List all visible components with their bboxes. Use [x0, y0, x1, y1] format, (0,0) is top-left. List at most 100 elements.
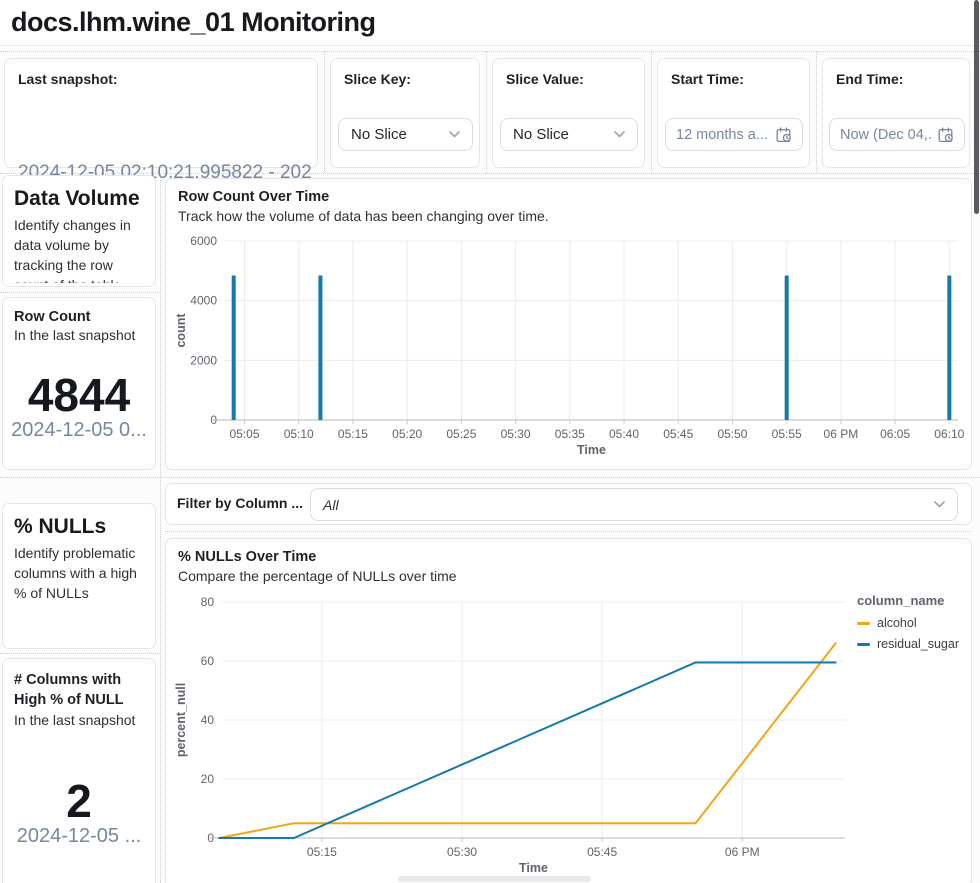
filter-select-value: All: [323, 497, 928, 513]
svg-text:2000: 2000: [190, 353, 217, 367]
row-count-subtitle: In the last snapshot: [3, 325, 155, 343]
slice-key-card: Slice Key: No Slice: [330, 58, 480, 168]
grid-gutter-line: [0, 51, 980, 52]
grid-gutter-line: [324, 51, 325, 173]
legend-name: residual_sugar: [877, 637, 959, 651]
svg-text:20: 20: [201, 772, 215, 786]
start-time-label: Start Time:: [658, 59, 809, 87]
nulls-chart-title: % NULLs Over Time: [166, 539, 971, 565]
grid-gutter-line: [816, 51, 817, 173]
end-time-label: End Time:: [823, 59, 969, 87]
chevron-down-icon: [614, 131, 625, 138]
svg-text:05:55: 05:55: [772, 427, 802, 441]
slice-value-select[interactable]: No Slice: [500, 118, 638, 151]
svg-text:05:35: 05:35: [555, 427, 585, 441]
start-time-value: 12 months a...: [676, 127, 770, 143]
grid-gutter-line: [165, 531, 972, 532]
svg-text:4000: 4000: [190, 294, 217, 308]
legend-name: alcohol: [877, 616, 917, 630]
filter-label: Filter by Column ...: [177, 495, 303, 511]
calendar-clock-icon[interactable]: [776, 127, 792, 143]
grid-gutter-line: [0, 653, 160, 654]
columns-high-null-subtitle: In the last snapshot: [3, 710, 155, 728]
svg-text:05:15: 05:15: [307, 845, 337, 859]
start-time-card: Start Time: 12 months a...: [657, 58, 810, 168]
svg-text:60: 60: [201, 654, 215, 668]
legend-swatch: [857, 643, 870, 646]
chevron-down-icon: [449, 131, 460, 138]
svg-text:40: 40: [201, 713, 215, 727]
slice-value-select-value: No Slice: [513, 126, 608, 143]
grid-gutter-line: [486, 51, 487, 173]
grid-gutter-line: [651, 51, 652, 173]
slice-value-label: Slice Value:: [493, 59, 644, 87]
svg-text:6000: 6000: [190, 234, 217, 248]
last-snapshot-card: Last snapshot: 2024-12-05 02:10:21.99582…: [4, 58, 318, 168]
grid-gutter-line: [160, 176, 161, 883]
columns-high-null-card: # Columns with High % of NULL In the las…: [2, 658, 156, 883]
row-count-value: 4844: [3, 368, 155, 422]
end-time-input[interactable]: Now (Dec 04,...: [829, 118, 965, 151]
end-time-value: Now (Dec 04,...: [840, 127, 932, 143]
row-count-over-time-chart: 020004000600005:0505:1005:1505:2005:2505…: [165, 230, 972, 462]
percent-nulls-description: Identify problematic columns with a high…: [3, 543, 155, 607]
svg-text:05:50: 05:50: [717, 427, 747, 441]
page-header: docs.lhm.wine_01 Monitoring: [0, 0, 980, 46]
svg-text:80: 80: [201, 595, 215, 609]
slice-key-label: Slice Key:: [331, 59, 479, 87]
columns-high-null-timestamp: 2024-12-05 ...: [3, 825, 155, 848]
svg-text:06:05: 06:05: [880, 427, 910, 441]
end-time-card: End Time: Now (Dec 04,...: [822, 58, 970, 168]
dashboard-canvas: docs.lhm.wine_01 Monitoring Last snapsho…: [0, 0, 980, 883]
slice-key-select-value: No Slice: [351, 126, 443, 143]
svg-text:06 PM: 06 PM: [725, 845, 760, 859]
data-volume-card: Data Volume Identify changes in data vol…: [2, 175, 156, 287]
slice-key-select[interactable]: No Slice: [338, 118, 473, 151]
legend-swatch: [857, 622, 870, 625]
percent-nulls-over-time-chart: 02040608005:1505:3005:4506 PMpercent_nul…: [165, 592, 972, 883]
percent-nulls-title: % NULLs: [3, 504, 155, 543]
row-count-title: Row Count: [3, 298, 155, 325]
grid-gutter-line: [0, 292, 160, 293]
svg-text:percent_null: percent_null: [174, 683, 188, 757]
legend-item-residual_sugar[interactable]: residual_sugar: [857, 637, 975, 651]
vertical-scrollbar-thumb[interactable]: [974, 0, 979, 214]
svg-text:05:45: 05:45: [663, 427, 693, 441]
svg-text:05:15: 05:15: [338, 427, 368, 441]
svg-text:05:20: 05:20: [392, 427, 422, 441]
svg-text:Time: Time: [577, 443, 606, 457]
percent-nulls-card: % NULLs Identify problematic columns wit…: [2, 503, 156, 649]
grid-gutter-line: [0, 477, 980, 478]
row-count-chart-title: Row Count Over Time: [166, 179, 971, 205]
last-snapshot-label: Last snapshot:: [5, 59, 317, 87]
legend-title: column_name: [857, 593, 975, 608]
svg-text:06:10: 06:10: [934, 427, 964, 441]
horizontal-scrollbar-thumb[interactable]: [398, 876, 591, 882]
start-time-input[interactable]: 12 months a...: [665, 118, 803, 151]
svg-text:05:30: 05:30: [447, 845, 477, 859]
svg-text:05:45: 05:45: [587, 845, 617, 859]
svg-text:05:30: 05:30: [501, 427, 531, 441]
page-title: docs.lhm.wine_01 Monitoring: [0, 0, 980, 38]
svg-text:Time: Time: [519, 861, 548, 875]
svg-text:06 PM: 06 PM: [824, 427, 859, 441]
chart-legend: column_name alcohol residual_sugar: [857, 593, 975, 658]
columns-high-null-value: 2: [3, 774, 155, 828]
row-count-card: Row Count In the last snapshot 4844 2024…: [2, 297, 156, 470]
slice-value-card: Slice Value: No Slice: [492, 58, 645, 168]
svg-text:05:25: 05:25: [446, 427, 476, 441]
chevron-down-icon: [934, 501, 945, 508]
svg-text:05:05: 05:05: [230, 427, 260, 441]
svg-text:05:40: 05:40: [609, 427, 639, 441]
svg-text:count: count: [174, 313, 188, 348]
columns-high-null-title: # Columns with High % of NULL: [3, 659, 143, 710]
calendar-clock-icon[interactable]: [938, 127, 954, 143]
data-volume-title: Data Volume: [3, 176, 155, 215]
legend-item-alcohol[interactable]: alcohol: [857, 616, 975, 630]
row-count-chart-subtitle: Track how the volume of data has been ch…: [166, 205, 971, 224]
data-volume-description: Identify changes in data volume by track…: [3, 215, 155, 283]
filter-column-select[interactable]: All: [310, 488, 958, 521]
row-count-timestamp: 2024-12-05 0...: [3, 419, 155, 442]
svg-text:05:10: 05:10: [284, 427, 314, 441]
nulls-chart-subtitle: Compare the percentage of NULLs over tim…: [166, 565, 971, 584]
